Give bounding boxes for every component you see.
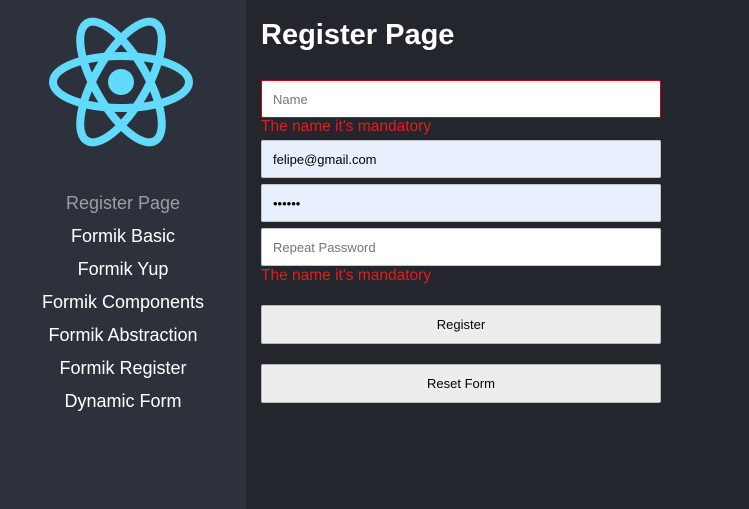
nav-item-formik-components[interactable]: Formik Components	[0, 287, 246, 320]
reset-form-button[interactable]: Reset Form	[261, 364, 661, 403]
react-logo-icon	[49, 17, 193, 147]
repeat-password-error-message: The name it's mandatory	[261, 267, 432, 284]
email-input[interactable]	[261, 140, 661, 178]
sidebar: Register Page Formik Basic Formik Yup Fo…	[0, 0, 246, 509]
name-error-message: The name it's mandatory	[261, 118, 432, 135]
main-content: Register Page The name it's mandatory Th…	[261, 0, 749, 509]
register-button[interactable]: Register	[261, 305, 661, 344]
nav-item-formik-register[interactable]: Formik Register	[0, 353, 246, 386]
name-input[interactable]	[261, 80, 661, 118]
nav-item-formik-abstraction[interactable]: Formik Abstraction	[0, 320, 246, 353]
nav-item-dynamic-form[interactable]: Dynamic Form	[0, 386, 246, 419]
nav-item-formik-yup[interactable]: Formik Yup	[0, 254, 246, 287]
nav-item-formik-basic[interactable]: Formik Basic	[0, 221, 246, 254]
password-input[interactable]	[261, 184, 661, 222]
nav-item-register-page[interactable]: Register Page	[0, 188, 246, 221]
repeat-password-input[interactable]	[261, 228, 661, 266]
page-title: Register Page	[261, 19, 455, 51]
sidebar-nav: Register Page Formik Basic Formik Yup Fo…	[0, 188, 246, 419]
